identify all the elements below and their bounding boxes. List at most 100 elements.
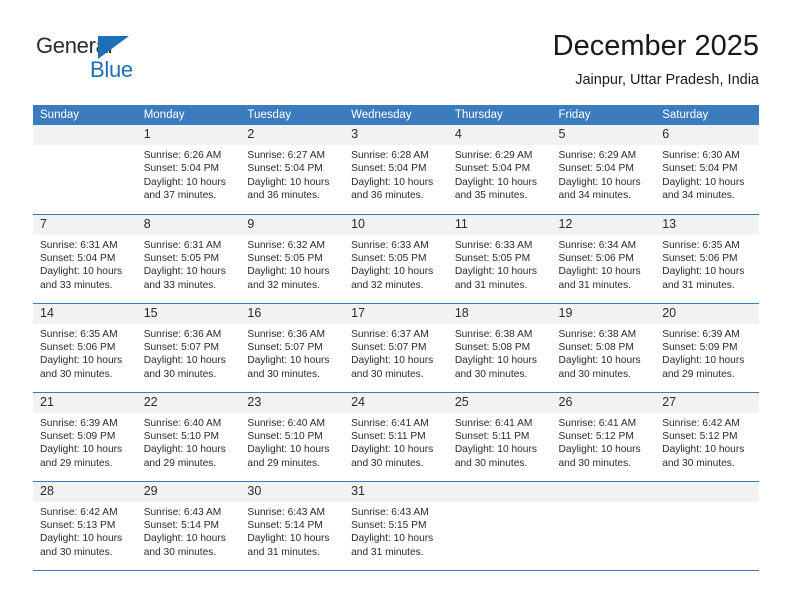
general-blue-logo[interactable]: General Blue xyxy=(33,33,233,89)
sunrise-text: Sunrise: 6:39 AM xyxy=(662,328,740,340)
day-info: Sunrise: 6:41 AM Sunset: 5:11 PM Daylight:… xyxy=(448,413,552,471)
day-cell[interactable]: 16 Sunrise: 6:36 AM Sunset: 5:07 PM Dayligh… xyxy=(240,303,345,393)
day-cell[interactable]: 11 Sunrise: 6:33 AM Sunset: 5:05 PM Dayligh… xyxy=(447,214,552,304)
day-number: 20 xyxy=(655,303,759,324)
day-cell[interactable]: 13 Sunrise: 6:35 AM Sunset: 5:06 PM Dayligh… xyxy=(655,214,759,304)
sunrise-text: Sunrise: 6:43 AM xyxy=(351,506,429,518)
day-cell[interactable]: 3 Sunrise: 6:28 AM Sunset: 5:04 PM Daylight… xyxy=(344,125,448,215)
daylight-text: Daylight: 10 hours xyxy=(454,355,537,367)
day-info: Sunrise: 6:33 AM Sunset: 5:05 PM Daylight:… xyxy=(448,235,552,293)
sunset-text: Sunset: 5:12 PM xyxy=(662,430,738,442)
day-number: 3 xyxy=(344,125,448,145)
day-cell[interactable]: 28 Sunrise: 6:42 AM Sunset: 5:13 PM Dayligh… xyxy=(33,481,137,571)
weekday-header-wednesday: Wednesday xyxy=(344,105,448,125)
daylight-text: Daylight: 10 hours xyxy=(351,355,434,367)
day-info: Sunrise: 6:39 AM Sunset: 5:09 PM Daylight:… xyxy=(655,324,759,382)
day-cell[interactable]: 22 Sunrise: 6:40 AM Sunset: 5:10 PM Dayligh… xyxy=(136,392,241,482)
calendar-table: Sunday Monday Tuesday Wednesday Thursday Frid… xyxy=(33,105,759,571)
day-cell[interactable]: 21 Sunrise: 6:39 AM Sunset: 5:09 PM Dayligh… xyxy=(33,392,137,482)
day-number: 30 xyxy=(240,481,345,502)
day-number: 28 xyxy=(33,481,137,502)
day-cell[interactable]: 31 Sunrise: 6:43 AM Sunset: 5:15 PM Dayligh… xyxy=(344,481,448,571)
sunrise-text: Sunrise: 6:39 AM xyxy=(40,417,118,429)
sunset-text: Sunset: 5:12 PM xyxy=(558,430,634,442)
sunset-text: Sunset: 5:10 PM xyxy=(143,430,220,442)
day-cell[interactable]: 6 Sunrise: 6:30 AM Sunset: 5:04 PM Daylight… xyxy=(655,125,759,215)
day-cell[interactable]: 20 Sunrise: 6:39 AM Sunset: 5:09 PM Dayligh… xyxy=(655,303,759,393)
sunrise-text: Sunrise: 6:40 AM xyxy=(247,417,325,429)
day-info: Sunrise: 6:37 AM Sunset: 5:07 PM Daylight:… xyxy=(344,324,448,382)
day-cell[interactable]: 29 Sunrise: 6:43 AM Sunset: 5:14 PM Dayligh… xyxy=(136,481,241,571)
day-cell-empty xyxy=(551,481,656,571)
day-cell[interactable]: 2 Sunrise: 6:27 AM Sunset: 5:04 PM Daylight… xyxy=(240,125,345,215)
sunrise-text: Sunrise: 6:32 AM xyxy=(247,239,325,251)
day-cell[interactable]: 14 Sunrise: 6:35 AM Sunset: 5:06 PM Dayligh… xyxy=(33,303,137,393)
sunrise-text: Sunrise: 6:38 AM xyxy=(558,328,637,340)
sunset-text: Sunset: 5:07 PM xyxy=(143,341,220,353)
day-cell[interactable]: 24 Sunrise: 6:41 AM Sunset: 5:11 PM Dayligh… xyxy=(344,392,448,482)
day-info: Sunrise: 6:31 AM Sunset: 5:05 PM Daylight:… xyxy=(137,235,241,293)
day-cell[interactable]: 17 Sunrise: 6:37 AM Sunset: 5:07 PM Dayligh… xyxy=(344,303,448,393)
day-cell[interactable]: 23 Sunrise: 6:40 AM Sunset: 5:10 PM Dayligh… xyxy=(240,392,345,482)
weekday-header-saturday: Saturday xyxy=(655,105,759,125)
sunset-text: Sunset: 5:09 PM xyxy=(662,341,738,353)
day-info: Sunrise: 6:43 AM Sunset: 5:14 PM Daylight:… xyxy=(137,502,241,560)
day-cell[interactable]: 9 Sunrise: 6:32 AM Sunset: 5:05 PM Daylight… xyxy=(240,214,345,304)
sunrise-text: Sunrise: 6:43 AM xyxy=(247,506,325,518)
day-number: 1 xyxy=(136,125,241,145)
day-cell[interactable]: 30 Sunrise: 6:43 AM Sunset: 5:14 PM Dayligh… xyxy=(240,481,345,571)
day-number xyxy=(551,481,656,502)
day-cell[interactable]: 26 Sunrise: 6:41 AM Sunset: 5:12 PM Dayligh… xyxy=(551,392,656,482)
daylight-text: Daylight: 10 hours xyxy=(143,444,226,456)
sunrise-text: Sunrise: 6:36 AM xyxy=(247,328,325,340)
day-cell[interactable]: 18 Sunrise: 6:38 AM Sunset: 5:08 PM Dayligh… xyxy=(447,303,552,393)
day-number: 14 xyxy=(33,303,137,324)
daylight-text: and 30 minutes. xyxy=(351,457,424,469)
daylight-text: Daylight: 10 hours xyxy=(143,266,226,278)
calendar-week-row: 21 Sunrise: 6:39 AM Sunset: 5:09 PM Dayligh… xyxy=(33,392,759,482)
sunset-text: Sunset: 5:05 PM xyxy=(454,252,531,264)
sunset-text: Sunset: 5:08 PM xyxy=(454,341,531,353)
day-cell[interactable]: 25 Sunrise: 6:41 AM Sunset: 5:11 PM Dayligh… xyxy=(447,392,552,482)
daylight-text: Daylight: 10 hours xyxy=(351,176,434,188)
sunset-text: Sunset: 5:07 PM xyxy=(351,341,427,353)
day-cell[interactable]: 19 Sunrise: 6:38 AM Sunset: 5:08 PM Dayligh… xyxy=(551,303,656,393)
daylight-text: Daylight: 10 hours xyxy=(558,355,641,367)
daylight-text: Daylight: 10 hours xyxy=(454,176,537,188)
day-info: Sunrise: 6:39 AM Sunset: 5:09 PM Daylight:… xyxy=(33,413,137,471)
day-cell[interactable]: 10 Sunrise: 6:33 AM Sunset: 5:05 PM Dayligh… xyxy=(344,214,448,304)
day-number xyxy=(33,125,137,145)
daylight-text: Daylight: 10 hours xyxy=(40,444,123,456)
day-cell[interactable]: 4 Sunrise: 6:29 AM Sunset: 5:04 PM Daylight… xyxy=(447,125,552,215)
day-info: Sunrise: 6:27 AM Sunset: 5:04 PM Daylight:… xyxy=(240,145,344,203)
day-cell[interactable]: 27 Sunrise: 6:42 AM Sunset: 5:12 PM Dayligh… xyxy=(655,392,759,482)
day-cell[interactable]: 7 Sunrise: 6:31 AM Sunset: 5:04 PM Daylight… xyxy=(33,214,137,304)
day-number: 18 xyxy=(447,303,552,324)
daylight-text: and 37 minutes. xyxy=(143,190,217,202)
daylight-text: Daylight: 10 hours xyxy=(454,266,537,278)
daylight-text: and 31 minutes. xyxy=(662,279,735,291)
day-info: Sunrise: 6:26 AM Sunset: 5:04 PM Daylight:… xyxy=(137,145,241,203)
day-info: Sunrise: 6:40 AM Sunset: 5:10 PM Daylight:… xyxy=(137,413,241,471)
calendar-week-row: 14 Sunrise: 6:35 AM Sunset: 5:06 PM Dayligh… xyxy=(33,303,759,393)
day-info: Sunrise: 6:34 AM Sunset: 5:06 PM Daylight:… xyxy=(552,235,656,293)
sunrise-text: Sunrise: 6:30 AM xyxy=(662,150,740,161)
sunrise-text: Sunrise: 6:43 AM xyxy=(143,506,222,518)
day-cell[interactable]: 5 Sunrise: 6:29 AM Sunset: 5:04 PM Daylight… xyxy=(551,125,656,215)
day-cell[interactable]: 8 Sunrise: 6:31 AM Sunset: 5:05 PM Daylight… xyxy=(136,214,241,304)
daylight-text: and 29 minutes. xyxy=(247,457,320,469)
logo-triangle-icon xyxy=(98,36,129,59)
day-number: 15 xyxy=(136,303,241,324)
day-cell[interactable]: 1 Sunrise: 6:26 AM Sunset: 5:04 PM Daylight… xyxy=(136,125,241,215)
daylight-text: Daylight: 10 hours xyxy=(143,355,226,367)
day-info: Sunrise: 6:42 AM Sunset: 5:13 PM Daylight:… xyxy=(33,502,137,560)
daylight-text: and 30 minutes. xyxy=(558,457,632,469)
daylight-text: and 34 minutes. xyxy=(662,190,735,202)
day-number: 21 xyxy=(33,392,137,413)
day-info: Sunrise: 6:38 AM Sunset: 5:08 PM Daylight:… xyxy=(448,324,552,382)
day-number: 7 xyxy=(33,214,137,235)
day-cell[interactable]: 15 Sunrise: 6:36 AM Sunset: 5:07 PM Dayligh… xyxy=(136,303,241,393)
day-info: Sunrise: 6:29 AM Sunset: 5:04 PM Daylight:… xyxy=(552,145,656,203)
day-cell[interactable]: 12 Sunrise: 6:34 AM Sunset: 5:06 PM Dayligh… xyxy=(551,214,656,304)
daylight-text: and 35 minutes. xyxy=(454,190,528,202)
